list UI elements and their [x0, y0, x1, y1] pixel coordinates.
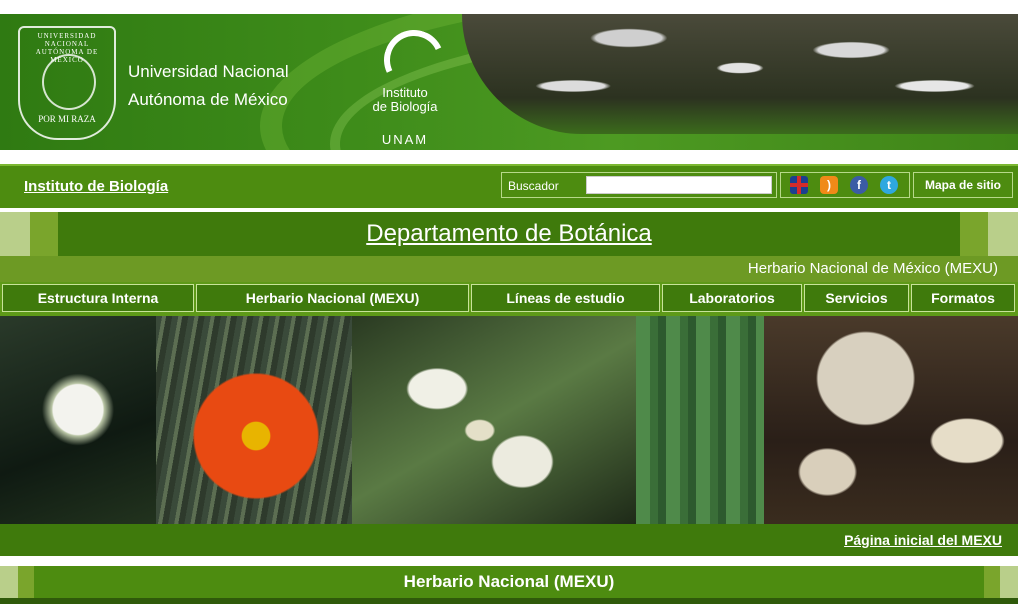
- menu-item-estructura-interna[interactable]: Estructura Interna: [2, 284, 194, 312]
- water-lily-photo: [0, 316, 156, 524]
- uk-flag-icon[interactable]: [790, 176, 808, 194]
- bottom-strip: [0, 598, 1018, 604]
- instituto-biologia-link[interactable]: Instituto de Biología: [24, 178, 168, 195]
- eagle-icon: [42, 54, 96, 110]
- rss-icon[interactable]: ): [820, 176, 838, 194]
- search-input[interactable]: [586, 176, 772, 194]
- menu-item-formatos[interactable]: Formatos: [911, 284, 1015, 312]
- seal-motto: POR MI RAZA: [38, 114, 96, 124]
- menu-item-servicios[interactable]: Servicios: [804, 284, 909, 312]
- department-title-link[interactable]: Departamento de Botánica: [0, 220, 1018, 248]
- university-line1: Universidad Nacional: [128, 62, 289, 81]
- fungi-photo: [764, 316, 1018, 524]
- flower-petals: [186, 366, 326, 506]
- university-name[interactable]: Universidad Nacional Autónoma de México: [128, 58, 289, 114]
- search-label: Buscador: [508, 179, 559, 193]
- department-header: Departamento de Botánica: [0, 212, 1018, 256]
- university-line2: Autónoma de México: [128, 90, 288, 109]
- menu-item-herbario-nacional[interactable]: Herbario Nacional (MEXU): [196, 284, 469, 312]
- ib-logo-unam: UNAM: [381, 132, 429, 147]
- home-link-bar: Página inicial del MEXU: [0, 524, 1018, 556]
- photo-strip: [0, 316, 1018, 524]
- unam-seal-logo[interactable]: UNIVERSIDAD NACIONAL AUTÓNOMA DE MÉXICO …: [18, 26, 116, 140]
- cactus-photo: [636, 316, 764, 524]
- orchid-photo: [352, 316, 636, 524]
- mushroom-banner-photo: [462, 14, 1018, 134]
- social-icons-box: ) f t: [780, 172, 910, 198]
- department-subtitle: Herbario Nacional de México (MEXU): [747, 260, 998, 277]
- main-menu: Estructura Interna Herbario Nacional (ME…: [0, 282, 1018, 316]
- ib-logo-text: Instituto de Biología: [362, 86, 448, 114]
- ib-logo-line2: de Biología: [372, 99, 438, 114]
- instituto-biologia-logo[interactable]: Instituto de Biología UNAM: [362, 21, 462, 148]
- ib-logo-line1: Instituto: [382, 85, 428, 100]
- section-title: Herbario Nacional (MEXU): [403, 572, 615, 591]
- search-box: Buscador: [501, 172, 777, 198]
- sitemap-link[interactable]: Mapa de sitio: [913, 172, 1013, 198]
- menu-item-lineas-de-estudio[interactable]: Líneas de estudio: [471, 284, 660, 312]
- twitter-icon[interactable]: t: [880, 176, 898, 194]
- mexu-home-link[interactable]: Página inicial del MEXU: [844, 532, 1002, 548]
- menu-item-laboratorios[interactable]: Laboratorios: [662, 284, 802, 312]
- header-banner: UNIVERSIDAD NACIONAL AUTÓNOMA DE MÉXICO …: [0, 14, 1018, 150]
- section-title-bar: Herbario Nacional (MEXU): [0, 566, 1018, 598]
- orange-flower-photo: [156, 316, 352, 524]
- top-nav-bar: Instituto de Biología Buscador ) f t Map…: [0, 164, 1018, 208]
- facebook-icon[interactable]: f: [850, 176, 868, 194]
- subtitle-bar: Herbario Nacional de México (MEXU): [0, 256, 1018, 282]
